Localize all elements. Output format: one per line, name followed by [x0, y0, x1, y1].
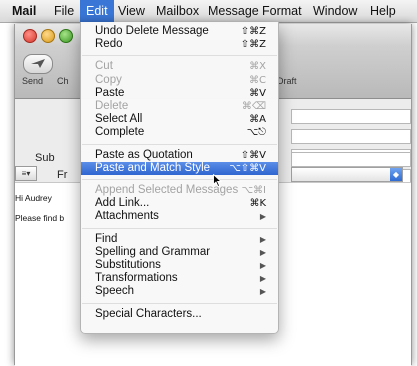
menu-item-paste-as-quotation[interactable]: Paste as Quotation ⇧⌘V	[81, 149, 278, 162]
submenu-arrow-icon: ▶	[259, 247, 266, 257]
body-greeting: Hi Audrey	[15, 193, 52, 203]
menu-item-label: Paste as Quotation	[95, 148, 193, 161]
menu-item-shortcut: ⌘X	[249, 61, 266, 73]
format-menu-button[interactable]: ≡▾	[15, 166, 37, 181]
menu-item-label: Complete	[95, 126, 145, 139]
menubar-item-view[interactable]: View	[112, 0, 151, 22]
select-arrows-icon: ◆	[390, 168, 402, 181]
menu-item-label: Speech	[95, 285, 135, 298]
to-field[interactable]	[291, 109, 411, 124]
menu-separator	[82, 143, 277, 145]
send-button[interactable]	[23, 54, 53, 74]
menu-item-special-characters[interactable]: Special Characters...	[81, 308, 278, 321]
menu-item-delete[interactable]: Delete ⌘⌫	[81, 100, 278, 113]
menu-item-label: Paste and Match Style	[95, 161, 211, 174]
menubar-item-mail[interactable]: Mail	[6, 0, 42, 22]
minimize-window-button[interactable]	[41, 29, 55, 43]
menubar-item-file[interactable]: File	[48, 0, 80, 22]
send-label: Send	[22, 76, 44, 86]
mouse-pointer-icon	[213, 174, 222, 187]
menu-item-shortcut: ⇧⌘Z	[240, 26, 266, 37]
menu-item-complete[interactable]: Complete ⌥⎋	[81, 126, 278, 139]
menu-item-label: Spelling and Grammar	[95, 245, 211, 258]
menu-item-copy[interactable]: Copy ⌘C	[81, 74, 278, 87]
menu-bar: Mail File Edit View Mailbox Message Format Wind…	[0, 0, 417, 23]
submenu-arrow-icon: ▶	[259, 234, 266, 244]
edit-menu: Undo Delete Message ⇧⌘Z Redo ⇧⌘Z Cut ⌘X Copy ⌘C…	[80, 22, 279, 334]
menu-item-label: Special Characters...	[95, 307, 202, 320]
menu-item-label: Copy	[95, 73, 122, 86]
submenu-arrow-icon: ▶	[259, 287, 266, 297]
menu-item-shortcut: ⌥⌘I	[241, 185, 266, 196]
submenu-arrow-icon: ▶	[259, 261, 266, 270]
menu-separator	[82, 55, 277, 57]
menu-item-shortcut: ⇧⌘Z	[240, 39, 266, 51]
subject-label: Sub	[35, 152, 55, 164]
menu-item-label: Transformations	[95, 272, 178, 285]
menubar-item-help[interactable]: Help	[364, 0, 402, 22]
body-line: Please find b	[15, 213, 65, 223]
chat-label: Ch	[57, 76, 69, 86]
menu-item-shortcut: ⌘V	[249, 87, 266, 99]
menu-item-shortcut: ⌘K	[249, 198, 266, 210]
menu-separator	[82, 227, 277, 229]
menu-item-shortcut: ⌘C	[249, 74, 266, 86]
submenu-arrow-icon: ▶	[259, 212, 266, 222]
zoom-window-button[interactable]	[59, 29, 73, 43]
menubar-item-format[interactable]: Format	[256, 0, 308, 22]
menu-item-label: Substitutions	[95, 259, 161, 271]
menu-item-add-link[interactable]: Add Link... ⌘K	[81, 197, 278, 210]
send-icon	[31, 59, 45, 68]
menu-separator	[82, 179, 277, 180]
menu-item-label: Paste	[95, 86, 125, 99]
menu-item-shortcut: ⌘A	[249, 114, 266, 126]
menu-item-transformations[interactable]: Transformations ▶	[81, 272, 278, 285]
save-draft-label[interactable]: Draft	[277, 76, 297, 86]
close-window-button[interactable]	[23, 29, 37, 43]
menu-item-label: Redo	[95, 38, 123, 51]
menubar-item-edit[interactable]: Edit	[80, 0, 114, 22]
submenu-arrow-icon: ▶	[259, 274, 266, 284]
menu-item-redo[interactable]: Redo ⇧⌘Z	[81, 38, 278, 51]
menu-item-label: Cut	[95, 60, 113, 73]
menu-item-select-all[interactable]: Select All ⌘A	[81, 113, 278, 126]
menu-item-speech[interactable]: Speech ▶	[81, 285, 278, 298]
menu-item-label: Select All	[95, 113, 143, 126]
menu-item-label: Add Link...	[95, 197, 150, 210]
menu-item-append-selected-messages[interactable]: Append Selected Messages ⌥⌘I	[81, 184, 278, 197]
menu-item-paste[interactable]: Paste ⌘V	[81, 87, 278, 100]
menu-item-label: Find	[95, 232, 118, 245]
from-account-select[interactable]: ◆	[291, 167, 403, 182]
from-label: Fr	[57, 169, 68, 181]
subject-field[interactable]	[291, 152, 411, 167]
menubar-item-window[interactable]: Window	[307, 0, 363, 22]
menu-item-shortcut: ⇧⌘V	[240, 149, 266, 161]
menu-item-paste-and-match-style[interactable]: Paste and Match Style ⌥⇧⌘V	[81, 161, 278, 175]
menu-item-shortcut: ⌥⎋	[246, 127, 266, 139]
menu-item-label: Undo Delete Message	[95, 25, 209, 37]
menu-item-substitutions[interactable]: Substitutions ▶	[81, 259, 278, 272]
menu-item-label: Attachments	[95, 210, 159, 223]
menu-item-spelling-and-grammar[interactable]: Spelling and Grammar ▶	[81, 246, 278, 259]
menu-item-find[interactable]: Find ▶	[81, 233, 278, 246]
cc-field[interactable]	[291, 129, 411, 144]
menu-separator	[82, 302, 277, 304]
menu-item-undo-delete-message[interactable]: Undo Delete Message ⇧⌘Z	[81, 25, 278, 38]
menu-item-cut[interactable]: Cut ⌘X	[81, 60, 278, 73]
menu-item-shortcut: ⌥⇧⌘V	[229, 162, 266, 174]
menu-item-label: Delete	[95, 100, 129, 112]
menu-item-attachments[interactable]: Attachments ▶	[81, 210, 278, 223]
menu-item-shortcut: ⌘⌫	[241, 101, 266, 112]
menubar-item-mailbox[interactable]: Mailbox	[150, 0, 205, 22]
